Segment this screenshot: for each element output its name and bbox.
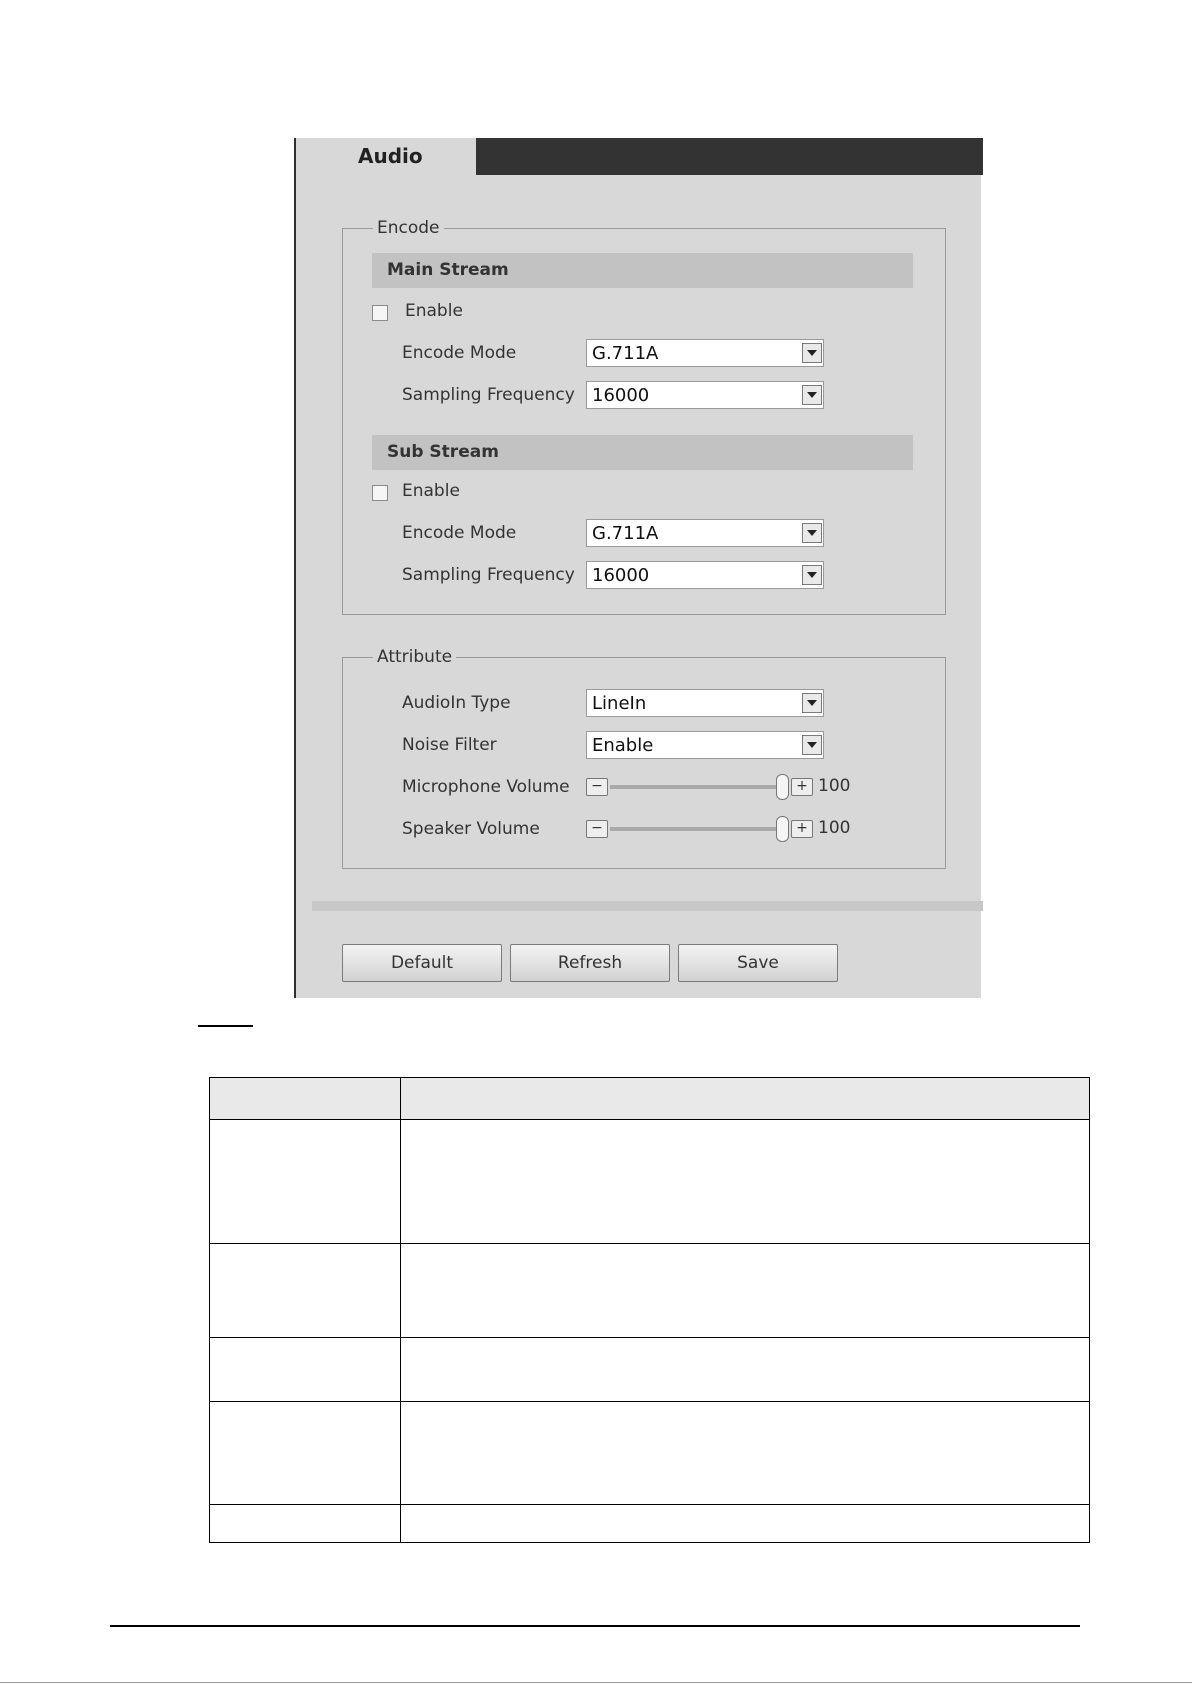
table-header-row (209, 1077, 1090, 1120)
table-cell (209, 1243, 401, 1338)
mic-volume-label: Microphone Volume (402, 777, 570, 797)
audioin-type-select[interactable]: LineIn (586, 689, 824, 717)
table-header-cell (400, 1077, 1090, 1120)
table-cell (209, 1119, 401, 1244)
speaker-volume-track[interactable] (610, 827, 786, 831)
default-button[interactable]: Default (342, 944, 502, 982)
table-cell (400, 1337, 1090, 1402)
table-row (209, 1504, 1090, 1543)
refresh-button[interactable]: Refresh (510, 944, 670, 982)
main-stream-encode-mode-value: G.711A (592, 343, 659, 364)
table-row (209, 1337, 1090, 1402)
chevron-down-icon[interactable] (802, 343, 822, 363)
mic-volume-decrease-button[interactable]: − (586, 778, 608, 796)
main-stream-sampling-value: 16000 (592, 385, 650, 406)
main-stream-encode-mode-select[interactable]: G.711A (586, 339, 824, 367)
chevron-down-icon[interactable] (802, 523, 822, 543)
audio-settings-panel: Audio Encode Main Stream Enable Encode M… (294, 138, 983, 998)
noise-filter-value: Enable (592, 735, 654, 756)
sub-stream-header: Sub Stream (372, 435, 913, 470)
table-cell (400, 1119, 1090, 1244)
main-stream-sampling-label: Sampling Frequency (402, 385, 575, 405)
mic-volume-track[interactable] (610, 785, 786, 789)
chevron-down-icon[interactable] (802, 565, 822, 585)
audioin-type-label: AudioIn Type (402, 693, 511, 713)
sub-stream-sampling-value: 16000 (592, 565, 650, 586)
table-cell (209, 1504, 401, 1543)
speaker-volume-label: Speaker Volume (402, 819, 540, 839)
chevron-down-icon[interactable] (802, 735, 822, 755)
caption-underline (198, 1025, 253, 1027)
main-stream-title: Main Stream (387, 260, 509, 280)
page-bottom-rule (0, 1682, 1192, 1683)
parameter-table (209, 1077, 1090, 1543)
minus-icon: − (591, 820, 603, 836)
speaker-volume-handle[interactable] (776, 816, 789, 842)
sub-stream-encode-mode-label: Encode Mode (402, 523, 517, 543)
table-cell (400, 1243, 1090, 1338)
tab-audio[interactable]: Audio (296, 138, 476, 175)
table-cell (209, 1401, 401, 1505)
main-stream-enable-label: Enable (405, 301, 463, 321)
sub-stream-sampling-label: Sampling Frequency (402, 565, 575, 585)
main-stream-sampling-select[interactable]: 16000 (586, 381, 824, 409)
main-stream-header: Main Stream (372, 253, 913, 288)
audioin-type-value: LineIn (592, 693, 647, 714)
footer-rule (110, 1625, 1080, 1627)
attribute-legend: Attribute (377, 647, 453, 667)
mic-volume-value: 100 (818, 776, 851, 796)
sub-stream-enable-label: Enable (402, 481, 460, 501)
plus-icon: + (796, 820, 808, 836)
noise-filter-select[interactable]: Enable (586, 731, 824, 759)
plus-icon: + (796, 778, 808, 794)
sub-stream-enable-checkbox[interactable] (372, 485, 388, 501)
main-stream-enable-checkbox[interactable] (372, 305, 388, 321)
encode-legend: Encode (377, 218, 440, 238)
main-stream-encode-mode-label: Encode Mode (402, 343, 517, 363)
table-cell (400, 1401, 1090, 1505)
noise-filter-label: Noise Filter (402, 735, 497, 755)
save-button[interactable]: Save (678, 944, 838, 982)
tab-audio-label: Audio (358, 144, 423, 168)
chevron-down-icon[interactable] (802, 693, 822, 713)
mic-volume-increase-button[interactable]: + (791, 778, 813, 796)
table-row (209, 1401, 1090, 1505)
separator (312, 901, 983, 911)
speaker-volume-value: 100 (818, 818, 851, 838)
sub-stream-encode-mode-select[interactable]: G.711A (586, 519, 824, 547)
speaker-volume-increase-button[interactable]: + (791, 820, 813, 838)
table-header-cell (209, 1077, 401, 1120)
table-row (209, 1243, 1090, 1338)
tab-bar (476, 138, 983, 175)
sub-stream-title: Sub Stream (387, 442, 499, 462)
table-cell (400, 1504, 1090, 1543)
chevron-down-icon[interactable] (802, 385, 822, 405)
mic-volume-handle[interactable] (776, 774, 789, 800)
table-cell (209, 1337, 401, 1402)
minus-icon: − (591, 778, 603, 794)
table-row (209, 1119, 1090, 1244)
sub-stream-encode-mode-value: G.711A (592, 523, 659, 544)
speaker-volume-decrease-button[interactable]: − (586, 820, 608, 838)
sub-stream-sampling-select[interactable]: 16000 (586, 561, 824, 589)
